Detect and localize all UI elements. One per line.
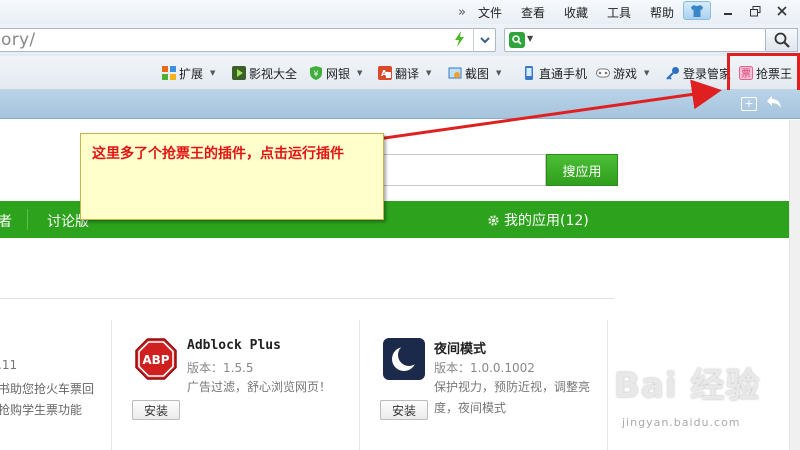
abp-stop-sign-icon[interactable]: ABP — [135, 338, 177, 380]
key-icon — [666, 66, 680, 80]
svg-text:¥: ¥ — [313, 70, 318, 79]
menu-tools[interactable]: 工具 — [607, 4, 631, 21]
toolbar-phone-label: 直通手机 — [539, 66, 588, 81]
magnifier-icon — [774, 32, 790, 48]
gear-icon — [488, 214, 499, 226]
address-bar[interactable]: ory/ — [0, 28, 496, 52]
menu-view[interactable]: 查看 — [521, 4, 545, 21]
extensions-icon — [162, 66, 176, 80]
menu-more-button[interactable]: » — [458, 5, 466, 20]
column-divider — [359, 320, 360, 450]
video-icon — [232, 66, 246, 80]
chevron-down-icon — [479, 36, 490, 43]
chevron-down-icon[interactable]: ▼ — [496, 69, 501, 77]
gamepad-icon — [596, 66, 610, 80]
undo-arrow-icon[interactable] — [766, 94, 782, 113]
shirt-icon — [691, 4, 703, 17]
lightning-icon[interactable] — [454, 31, 465, 51]
crescent-moon-icon[interactable] — [383, 338, 425, 380]
toolbar-login-manager-label: 登录管家 — [683, 66, 732, 81]
bank-shield-icon: ¥ — [309, 66, 323, 80]
tab-strip: + — [0, 90, 800, 119]
install-button[interactable]: 安装 — [380, 400, 428, 420]
column-divider — [111, 320, 112, 450]
toolbar-screenshot-label: 截图 — [465, 66, 490, 81]
app-name[interactable]: Adblock Plus — [187, 338, 281, 353]
minimize-button[interactable] — [714, 0, 742, 22]
address-dropdown-button[interactable] — [473, 29, 495, 51]
highlight-box — [727, 53, 800, 94]
column-divider — [607, 320, 608, 450]
nav-divider — [27, 209, 28, 230]
search-apps-button[interactable]: 搜应用 — [546, 154, 618, 186]
translate-icon: A — [378, 66, 392, 80]
toolbar-games[interactable]: 游戏 ▼ — [596, 64, 649, 82]
search-engine-icon[interactable] — [509, 32, 525, 48]
app-desc-fragment: 抢购学生票功能 — [0, 403, 83, 417]
app-description: 度，夜间模式 — [434, 401, 507, 415]
minimize-icon — [724, 13, 732, 15]
section-divider — [0, 298, 614, 299]
menu-favorites[interactable]: 收藏 — [564, 4, 588, 21]
chevron-down-icon[interactable]: ▼ — [426, 69, 431, 77]
app-name[interactable]: 夜间模式 — [434, 338, 486, 357]
search-box[interactable]: ▼ — [504, 28, 766, 52]
search-engine-caret-icon[interactable]: ▼ — [527, 34, 533, 43]
chevron-down-icon[interactable]: ▼ — [357, 69, 362, 77]
install-button[interactable]: 安装 — [132, 400, 180, 420]
watermark-title: Bai 经验 — [614, 366, 761, 406]
toolbar-games-label: 游戏 — [613, 66, 638, 81]
screenshot-icon — [448, 66, 462, 80]
app-description: 保护视力，预防近视，调整亮 — [434, 380, 591, 394]
toolbar-video-label: 影视大全 — [249, 66, 298, 81]
abp-icon-text: ABP — [142, 353, 169, 367]
callout-text: 这里多了个抢票王的插件，点击运行插件 — [92, 146, 344, 162]
close-button[interactable] — [768, 0, 796, 22]
app-search-input[interactable] — [370, 154, 546, 186]
nav-my-apps-label: 我的应用(12) — [504, 213, 589, 229]
toolbar-extensions[interactable]: 扩展 ▼ — [162, 64, 215, 82]
toolbar-bank-label: 网银 — [326, 66, 351, 81]
page-scrollbar[interactable] — [789, 120, 800, 450]
toolbar-screenshot[interactable]: 截图 ▼ — [448, 64, 501, 82]
app-description: 广告过滤，舒心浏览网页！ — [187, 380, 332, 394]
watermark-url: jingyan.baidu.com — [622, 416, 741, 429]
baidu-jingyan-watermark: Bai 经验 jingyan.baidu.com — [614, 358, 784, 438]
nav-item-my-apps[interactable]: 我的应用(12) — [487, 210, 589, 230]
toolbar-translate[interactable]: A 翻译 ▼ — [378, 64, 431, 82]
url-text[interactable]: ory/ — [1, 30, 35, 50]
skin-button[interactable] — [683, 1, 711, 20]
restore-button[interactable] — [741, 0, 769, 22]
app-version-fragment: .11 — [0, 358, 18, 372]
close-icon — [777, 6, 787, 16]
menu-help[interactable]: 帮助 — [650, 4, 674, 21]
toolbar-translate-label: 翻译 — [395, 66, 420, 81]
search-button[interactable] — [766, 28, 798, 52]
menu-bar: » 文件 查看 收藏 工具 帮助 — [0, 0, 800, 24]
plugin-toolbar: 扩展 ▼ 影视大全 ¥ 网银 ▼ A 翻译 ▼ 截图 ▼ 直通手机 游戏 ▼ 登… — [0, 56, 800, 90]
toolbar-bank[interactable]: ¥ 网银 ▼ — [309, 64, 362, 82]
app-desc-fragment: 书助您抢火车票回 — [0, 382, 95, 396]
nav-item-fragment[interactable]: 者 — [0, 211, 12, 231]
app-version: 版本：1.0.0.1002 — [434, 361, 535, 375]
toolbar-extensions-label: 扩展 — [179, 66, 204, 81]
toolbar-video[interactable]: 影视大全 — [232, 64, 297, 82]
menu-items: » 文件 查看 收藏 工具 帮助 — [458, 0, 693, 24]
toolbar-login-manager[interactable]: 登录管家 — [666, 64, 731, 82]
chevron-down-icon[interactable]: ▼ — [210, 69, 215, 77]
restore-icon — [749, 5, 760, 16]
chevron-down-icon[interactable]: ▼ — [644, 69, 649, 77]
address-row: ory/ ▼ — [0, 24, 800, 56]
menu-file[interactable]: 文件 — [478, 4, 502, 21]
phone-icon — [522, 66, 536, 80]
app-version: 版本：1.5.5 — [187, 361, 254, 375]
new-window-icon[interactable]: + — [741, 97, 757, 111]
instruction-callout: 这里多了个抢票王的插件，点击运行插件 — [80, 133, 384, 220]
toolbar-phone[interactable]: 直通手机 — [522, 64, 587, 82]
